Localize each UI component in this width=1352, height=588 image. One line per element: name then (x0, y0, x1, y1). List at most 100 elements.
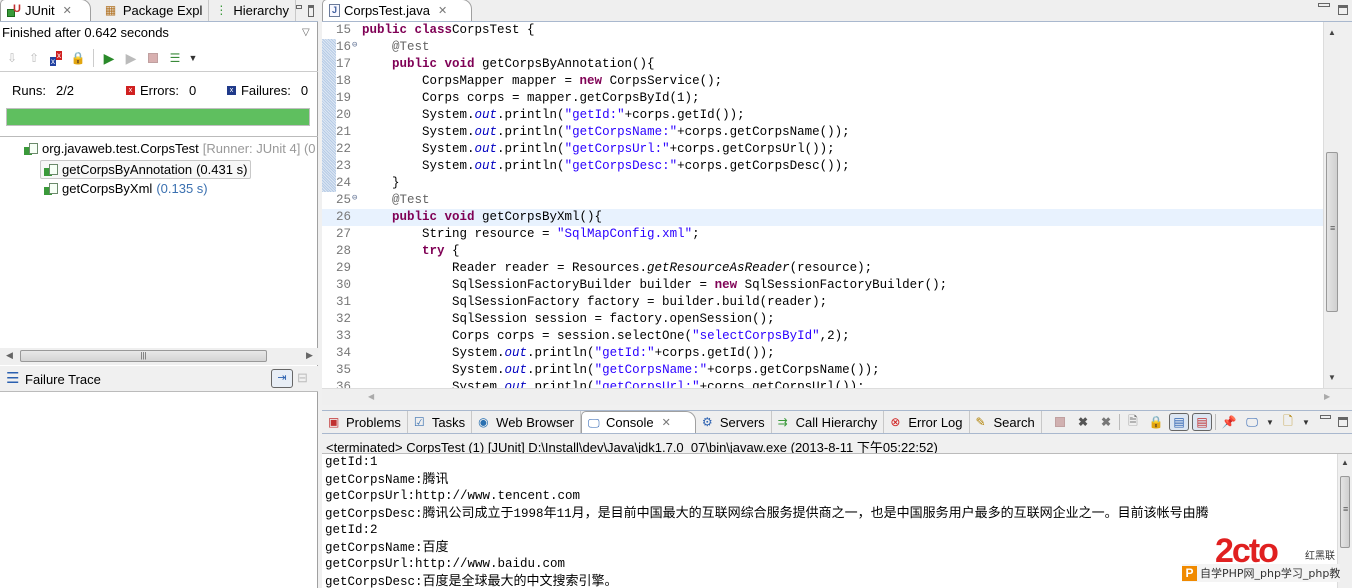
code-line[interactable]: 23 System.out.println("getCorpsDesc:"+co… (322, 158, 1323, 175)
pin-console-icon[interactable]: 📌 (1219, 413, 1239, 431)
code-line[interactable]: 36 System.out.println("getCorpsUrl:"+cor… (322, 379, 1323, 388)
junit-status: Finished after 0.642 seconds (2, 25, 169, 40)
previous-failure-icon[interactable]: ⇧ (24, 49, 44, 67)
scroll-thumb[interactable]: ≡ (1326, 152, 1338, 312)
code-text: String resource = "SqlMapConfig.xml"; (362, 227, 700, 241)
open-console-icon[interactable]: 🗋 (1278, 413, 1298, 431)
code-line[interactable]: 25 ⊖ @Test (322, 192, 1323, 209)
tree-suite-node[interactable]: org.javaweb.test.CorpsTest [Runner: JUni… (24, 141, 316, 156)
tab-web-browser[interactable]: ◉ Web Browser (472, 411, 581, 433)
rerun-failed-first-icon[interactable]: ▶ (121, 49, 141, 67)
tab-corpstest-java[interactable]: J CorpsTest.java ✕ (322, 0, 473, 21)
scroll-right-icon[interactable]: ▶ (1324, 392, 1330, 401)
console-line: getId:1 (325, 455, 378, 469)
line-number: 35 (336, 363, 352, 377)
code-line[interactable]: 18 CorpsMapper mapper = new CorpsService… (322, 73, 1323, 90)
fold-toggle-icon[interactable]: ⊖ (352, 37, 357, 54)
code-line[interactable]: 26 public void getCorpsByXml(){ (322, 209, 1323, 226)
close-icon[interactable]: ✕ (438, 4, 447, 17)
history-dropdown-icon[interactable]: ▼ (187, 49, 199, 67)
minimize-icon[interactable] (295, 5, 302, 9)
test-run-history-icon[interactable]: ☰ (165, 49, 185, 67)
scroll-left-icon[interactable]: ◀ (6, 350, 13, 361)
code-line[interactable]: 33 Corps corps = session.selectOne("sele… (322, 328, 1323, 345)
code-line[interactable]: 30 SqlSessionFactoryBuilder builder = ne… (322, 277, 1323, 294)
code-line[interactable]: 34 System.out.println("getId:"+corps.get… (322, 345, 1323, 362)
code-editor[interactable]: 15 public classCorpsTest {16 ⊖ @Test 17 pub… (322, 22, 1323, 388)
line-number: 18 (336, 74, 352, 88)
tree-test-node[interactable]: getCorpsByAnnotation (0.431 s) (40, 160, 252, 179)
compare-result-icon[interactable]: ⊟ (297, 370, 308, 386)
show-on-stdout-icon[interactable]: ▤ (1169, 413, 1189, 431)
code-text: public void getCorpsByXml(){ (392, 210, 603, 224)
tab-hierarchy[interactable]: ⋮ Hierarchy (209, 0, 296, 21)
maximize-icon[interactable] (307, 5, 314, 17)
tab-package-explorer[interactable]: ▦ Package Expl (99, 0, 210, 21)
rerun-test-icon[interactable]: ▶ (99, 49, 119, 67)
code-line[interactable]: 32 SqlSession session = factory.openSess… (322, 311, 1323, 328)
progress-bar (6, 108, 310, 126)
scroll-thumb[interactable]: ||| (20, 350, 267, 362)
open-console-dropdown-icon[interactable]: ▼ (1301, 413, 1311, 431)
minimize-icon[interactable] (1320, 415, 1331, 419)
scroll-left-icon[interactable]: ◀ (368, 392, 374, 401)
remove-all-terminated-icon[interactable]: ✖ (1096, 413, 1116, 431)
display-console-icon[interactable]: 🖵 (1242, 413, 1262, 431)
editor-hscrollbar[interactable]: ◀ ▶ (322, 388, 1352, 405)
close-icon[interactable]: ✕ (63, 4, 72, 17)
close-icon[interactable]: ✕ (662, 416, 671, 429)
tree-test-node[interactable]: getCorpsByXml (0.135 s) (44, 181, 208, 196)
show-failures-only-icon[interactable]: xx (46, 49, 66, 67)
next-failure-icon[interactable]: ⇩ (2, 49, 22, 67)
code-line[interactable]: 21 System.out.println("getCorpsName:"+co… (322, 124, 1323, 141)
scroll-up-icon[interactable]: ▲ (1328, 28, 1336, 37)
tab-error-log[interactable]: ⊗ Error Log (884, 411, 970, 433)
display-console-dropdown-icon[interactable]: ▼ (1265, 413, 1275, 431)
maximize-icon[interactable] (1338, 417, 1348, 427)
fold-toggle-icon[interactable]: ⊖ (352, 190, 357, 207)
console-toolbar: ✖ ✖ 🗎 🔒 ▤ ▤ 📌 🖵 ▼ 🗋 ▼ (1050, 411, 1352, 433)
tab-junit[interactable]: U JUnit ✕ (0, 0, 91, 21)
scroll-lock-icon[interactable]: 🔒 (68, 49, 88, 67)
code-line[interactable]: 17 public void getCorpsByAnnotation(){ (322, 56, 1323, 73)
code-line[interactable]: 15 public classCorpsTest { (322, 22, 1323, 39)
code-line[interactable]: 28 try { (322, 243, 1323, 260)
tab-problems[interactable]: ▣ Problems (322, 411, 408, 433)
view-menu-icon[interactable]: ▽ (302, 27, 310, 38)
tab-call-hierarchy[interactable]: ⇉ Call Hierarchy (772, 411, 885, 433)
scroll-up-icon[interactable]: ▲ (1341, 458, 1349, 467)
code-line[interactable]: 29 Reader reader = Resources.getResource… (322, 260, 1323, 277)
code-line[interactable]: 35 System.out.println("getCorpsName:"+co… (322, 362, 1323, 379)
failure-trace-label: Failure Trace (25, 372, 101, 387)
scroll-thumb[interactable]: ≡ (1340, 476, 1350, 548)
code-line[interactable]: 20 System.out.println("getId:"+corps.get… (322, 107, 1323, 124)
code-line[interactable]: 19 Corps corps = mapper.getCorpsById(1); (322, 90, 1323, 107)
stop-icon[interactable] (143, 49, 163, 67)
tab-console[interactable]: 🖵 Console ✕ (580, 411, 696, 433)
show-on-stderr-icon[interactable]: ▤ (1192, 413, 1212, 431)
terminate-icon[interactable] (1050, 413, 1070, 431)
code-line[interactable]: 31 SqlSessionFactory factory = builder.b… (322, 294, 1323, 311)
maximize-icon[interactable] (1338, 5, 1348, 15)
code-line[interactable]: 16 ⊖ @Test (322, 39, 1323, 56)
tab-label: CorpsTest.java (344, 3, 430, 18)
tab-search[interactable]: ✎ Search (970, 411, 1042, 433)
tab-servers[interactable]: ⚙ Servers (696, 411, 772, 433)
code-line[interactable]: 24 } (322, 175, 1323, 192)
scroll-right-icon[interactable]: ▶ (306, 350, 313, 361)
clear-console-icon[interactable]: 🗎 (1123, 413, 1143, 431)
scroll-down-icon[interactable]: ▼ (1328, 373, 1336, 382)
remove-launch-icon[interactable]: ✖ (1073, 413, 1093, 431)
tab-tasks[interactable]: ☑ Tasks (408, 411, 473, 433)
code-line[interactable]: 22 System.out.println("getCorpsUrl:"+cor… (322, 141, 1323, 158)
tree-hscrollbar[interactable]: ◀ ||| ▶ (0, 348, 318, 365)
filter-stack-icon[interactable]: ⇥ (271, 369, 293, 388)
test-tree: org.javaweb.test.CorpsTest [Runner: JUni… (0, 138, 318, 348)
line-number: 19 (336, 91, 352, 105)
suite-meta: [Runner: JUnit 4] (0 (202, 141, 316, 156)
code-line[interactable]: 27 String resource = "SqlMapConfig.xml"; (322, 226, 1323, 243)
editor-vscrollbar[interactable]: ▲ ≡ ▼ (1323, 22, 1340, 388)
scroll-lock-icon[interactable]: 🔒 (1146, 413, 1166, 431)
minimize-icon[interactable] (1318, 3, 1330, 7)
tab-label: Error Log (908, 414, 963, 430)
